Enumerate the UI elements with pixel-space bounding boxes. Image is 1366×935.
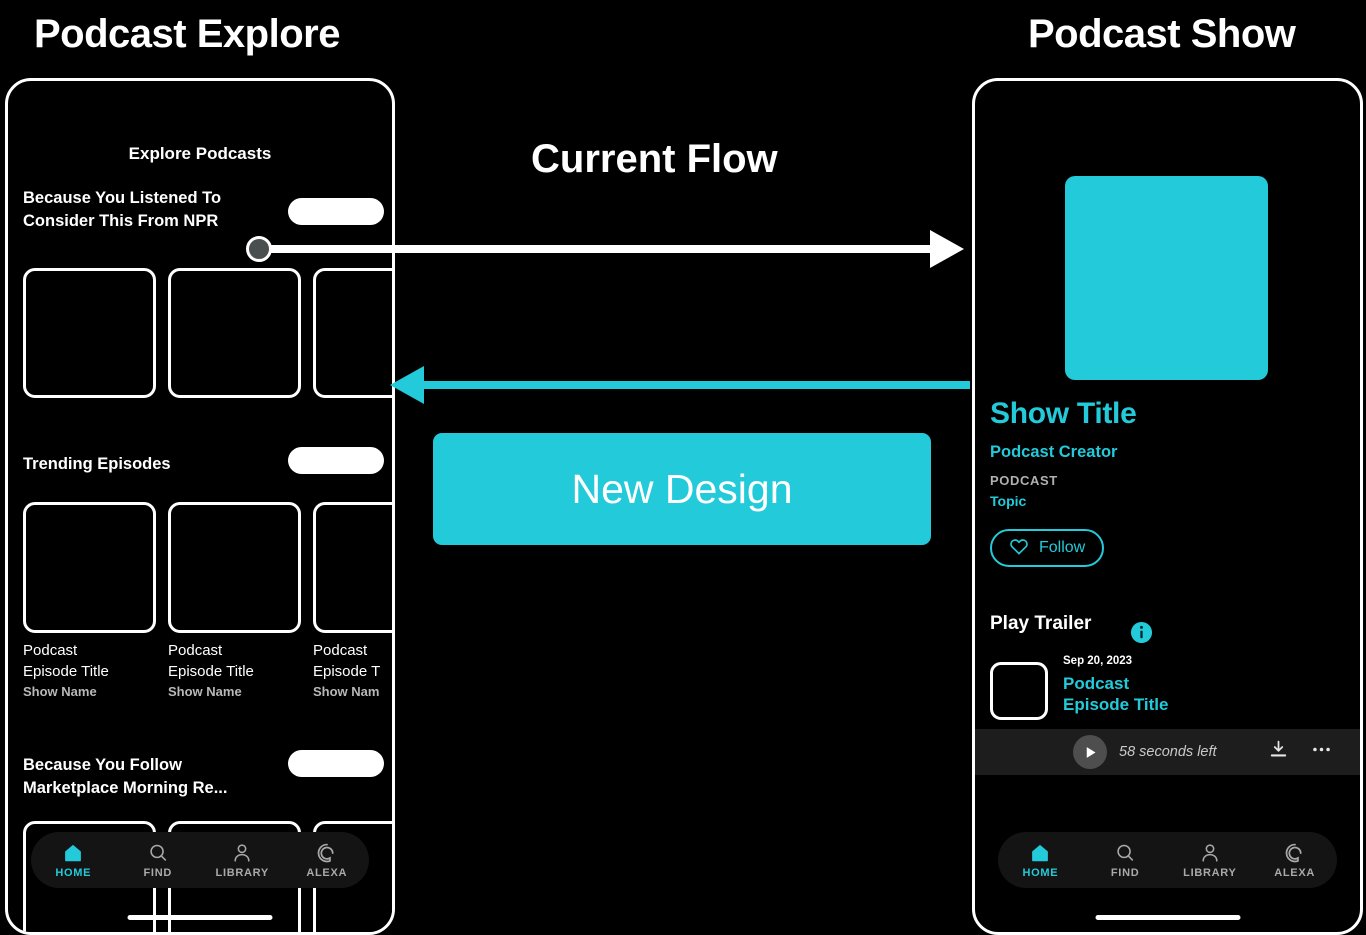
nav-label-library: LIBRARY (1183, 866, 1237, 879)
new-design-banner: New Design (433, 433, 931, 545)
list-item[interactable]: Podcast Episode T Show Nam (313, 641, 392, 700)
current-flow-arrow-head (930, 230, 964, 268)
episode-labels-row: Podcast Episode Title Show Name Podcast … (23, 641, 392, 700)
episode-card[interactable] (23, 502, 156, 633)
show-creator: Podcast Creator (990, 443, 1118, 461)
explore-podcasts-header: Explore Podcasts (128, 144, 272, 163)
nav-label-find: FIND (1110, 866, 1140, 879)
info-icon[interactable] (1130, 621, 1153, 644)
episode-card[interactable] (313, 502, 392, 633)
alexa-icon (1284, 842, 1306, 864)
current-flow-origin-dot (246, 236, 272, 262)
home-icon (1029, 842, 1051, 864)
follow-label: Follow (1039, 539, 1086, 556)
nav-label-home: HOME (1022, 866, 1059, 879)
episode-card[interactable] (168, 502, 301, 633)
list-item[interactable]: Podcast Episode Title Show Name (23, 641, 156, 699)
player-actions (1268, 739, 1332, 765)
episode-show-name: Show Nam (313, 684, 380, 700)
section-header-line1: Trending Episodes (23, 455, 171, 473)
nav-item-home[interactable]: HOME (1005, 842, 1075, 879)
home-indicator (1095, 915, 1240, 920)
episode-title-line2: Episode Title (1063, 695, 1169, 715)
follow-button[interactable]: Follow (990, 529, 1105, 567)
nav-item-find[interactable]: FIND (123, 842, 193, 879)
nav-item-library[interactable]: LIBRARY (207, 842, 277, 879)
new-design-arrow-head (390, 366, 424, 404)
download-icon[interactable] (1268, 739, 1289, 765)
nav-label-alexa: ALEXA (306, 866, 348, 879)
episode-title-line2: Episode Title (168, 662, 254, 680)
show-artwork (1065, 176, 1268, 380)
show-topic: Topic (990, 493, 1027, 509)
episode-title-line1: Podcast (168, 642, 223, 659)
section-header-line2: Consider This From NPR (23, 212, 219, 231)
nav-label-alexa: ALEXA (1274, 866, 1316, 879)
new-design-arrow-line (418, 381, 970, 389)
nav-item-home[interactable]: HOME (38, 842, 108, 879)
episode-date: Sep 20, 2023 (1063, 655, 1133, 667)
content-type-label: PODCAST (990, 473, 1058, 488)
section-header-because-you-follow: Because You Follow Marketplace Morning R… (23, 754, 227, 801)
play-trailer-label[interactable]: Play Trailer (990, 613, 1091, 635)
left-screen-title: Podcast Explore (34, 12, 340, 56)
episode-thumbnail[interactable] (990, 662, 1048, 720)
see-all-pill-1[interactable] (288, 198, 384, 225)
heart-icon (1009, 537, 1029, 560)
player-time-remaining: 58 seconds left (1119, 744, 1217, 760)
podcast-show-phone: Show Title Podcast Creator PODCAST Topic… (972, 78, 1363, 935)
episode-title[interactable]: Podcast Episode Title (1063, 673, 1169, 715)
episode-title-line2: Episode T (313, 662, 381, 680)
person-icon (1199, 842, 1221, 864)
nav-label-library: LIBRARY (215, 866, 269, 879)
list-item[interactable]: Podcast Episode Title Show Name (168, 641, 301, 699)
episode-title-line1: Podcast (313, 642, 368, 659)
nav-item-find[interactable]: FIND (1090, 842, 1160, 879)
alexa-icon (316, 842, 338, 864)
bottom-navigation-bar-right[interactable]: HOME FIND LIBRARY ALEXA (998, 832, 1337, 888)
card-row-1[interactable] (23, 268, 392, 398)
search-icon (1114, 842, 1136, 864)
current-flow-label: Current Flow (531, 137, 778, 181)
mini-player-bar[interactable]: 58 seconds left (975, 729, 1360, 775)
section-header-line1: Because You Listened To (23, 189, 222, 207)
right-screen-title: Podcast Show (1028, 12, 1296, 56)
podcast-card[interactable] (168, 268, 301, 398)
home-indicator (127, 915, 273, 920)
podcast-card[interactable] (313, 268, 392, 398)
episode-show-name: Show Name (23, 684, 97, 700)
new-design-label: New Design (571, 465, 793, 512)
bottom-navigation-bar-left[interactable]: HOME FIND LIBRARY ALEXA (31, 832, 369, 888)
podcast-card[interactable] (23, 268, 156, 398)
person-icon (231, 842, 253, 864)
nav-label-find: FIND (143, 866, 172, 879)
show-title: Show Title (990, 397, 1137, 430)
more-options-icon[interactable] (1311, 739, 1332, 765)
section-header-because-you-listened: Because You Listened To Consider This Fr… (23, 187, 221, 234)
see-all-pill-3[interactable] (288, 750, 384, 777)
play-button[interactable] (1073, 735, 1107, 769)
nav-item-alexa[interactable]: ALEXA (1260, 842, 1330, 879)
current-flow-arrow-line (262, 245, 948, 253)
episode-title-line1: Podcast (23, 642, 78, 659)
podcast-explore-phone: Explore Podcasts Because You Listened To… (5, 78, 395, 935)
nav-item-alexa[interactable]: ALEXA (292, 842, 362, 879)
episode-title-line2: Episode Title (23, 662, 109, 680)
section-header-line1: Because You Follow (23, 756, 182, 774)
episode-title-line1: Podcast (1063, 674, 1130, 693)
home-icon (62, 842, 84, 864)
section-header-trending-episodes: Trending Episodes (23, 453, 171, 476)
nav-item-library[interactable]: LIBRARY (1175, 842, 1245, 879)
search-icon (147, 842, 169, 864)
card-row-2[interactable] (23, 502, 392, 633)
see-all-pill-2[interactable] (288, 447, 384, 474)
nav-label-home: HOME (55, 866, 92, 879)
diagram-canvas: Podcast Explore Podcast Show Explore Pod… (0, 0, 1366, 935)
episode-show-name: Show Name (168, 684, 242, 700)
section-header-line2: Marketplace Morning Re... (23, 779, 228, 798)
